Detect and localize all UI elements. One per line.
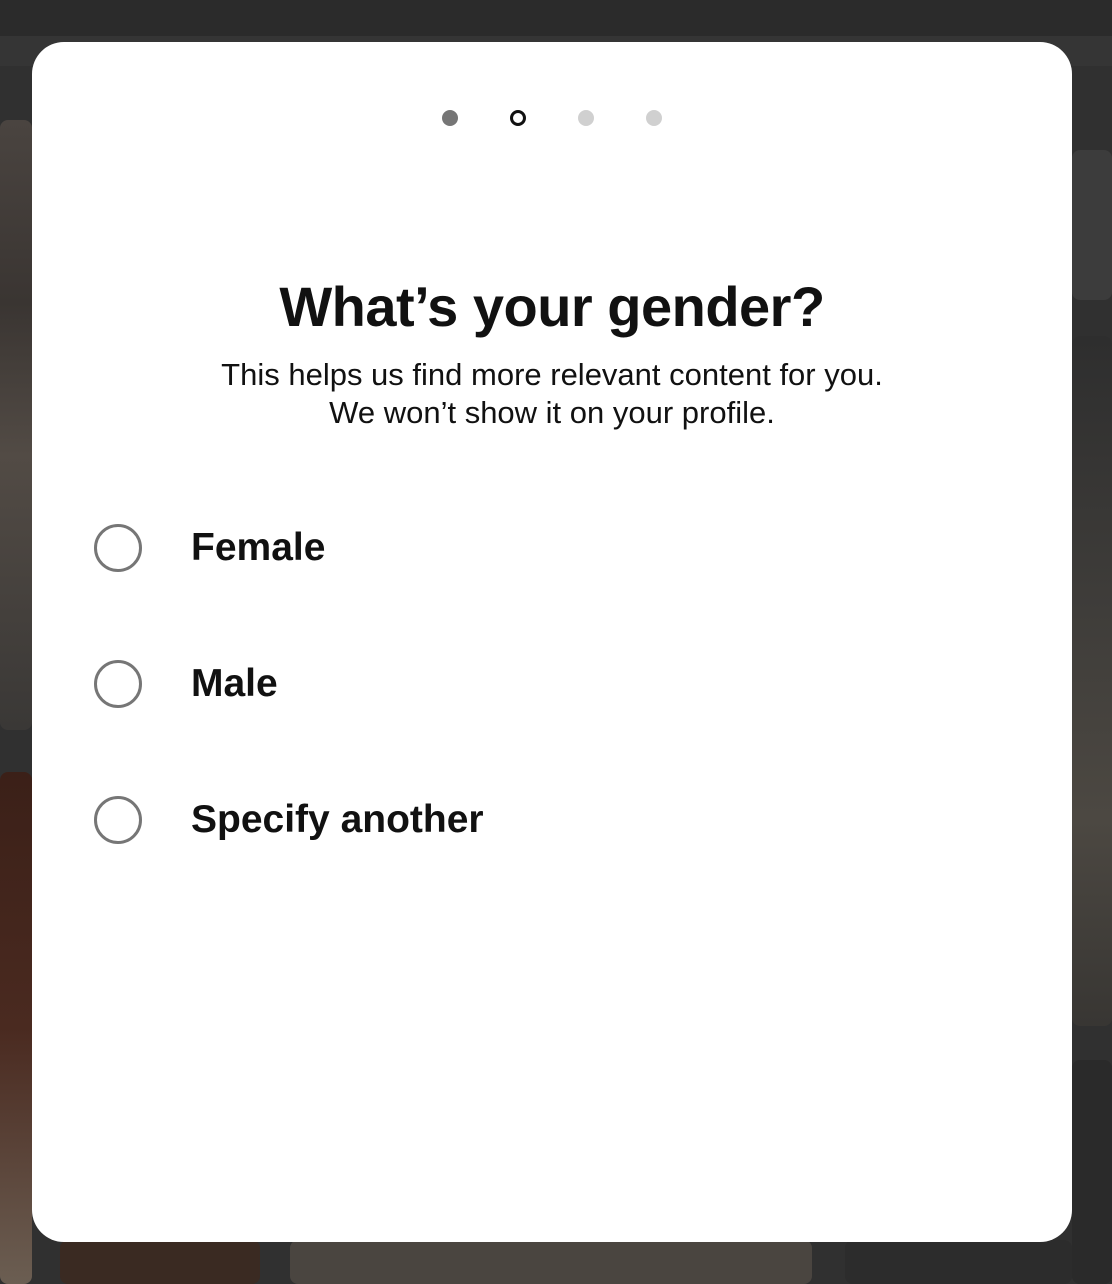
option-female[interactable]: Female bbox=[94, 512, 994, 584]
background-pin bbox=[0, 772, 32, 1284]
option-label-female: Female bbox=[191, 526, 326, 569]
gender-options: Female Male Specify another bbox=[94, 512, 994, 920]
radio-button-specify-another[interactable] bbox=[94, 796, 142, 844]
option-label-specify-another: Specify another bbox=[191, 798, 484, 841]
step-indicator bbox=[32, 110, 1072, 126]
option-specify-another[interactable]: Specify another bbox=[94, 784, 994, 856]
dialog-subtitle: This helps us find more relevant content… bbox=[221, 357, 883, 430]
radio-button-female[interactable] bbox=[94, 524, 142, 572]
step-dot-2-current[interactable] bbox=[510, 110, 526, 126]
step-dot-1[interactable] bbox=[442, 110, 458, 126]
radio-button-male[interactable] bbox=[94, 660, 142, 708]
option-male[interactable]: Male bbox=[94, 648, 994, 720]
gender-dialog: What’s your gender? This helps us find m… bbox=[32, 42, 1072, 1242]
background-pin bbox=[290, 1240, 812, 1284]
background-pin bbox=[1072, 150, 1112, 300]
background-pin bbox=[0, 120, 32, 730]
background-pin bbox=[1072, 336, 1112, 1026]
option-label-male: Male bbox=[191, 662, 278, 705]
dialog-title: What’s your gender? bbox=[279, 275, 825, 338]
background-pin bbox=[845, 1240, 1072, 1284]
background-pin bbox=[1072, 1060, 1112, 1284]
step-dot-3[interactable] bbox=[578, 110, 594, 126]
step-dot-4[interactable] bbox=[646, 110, 662, 126]
background-pin bbox=[60, 1240, 260, 1284]
